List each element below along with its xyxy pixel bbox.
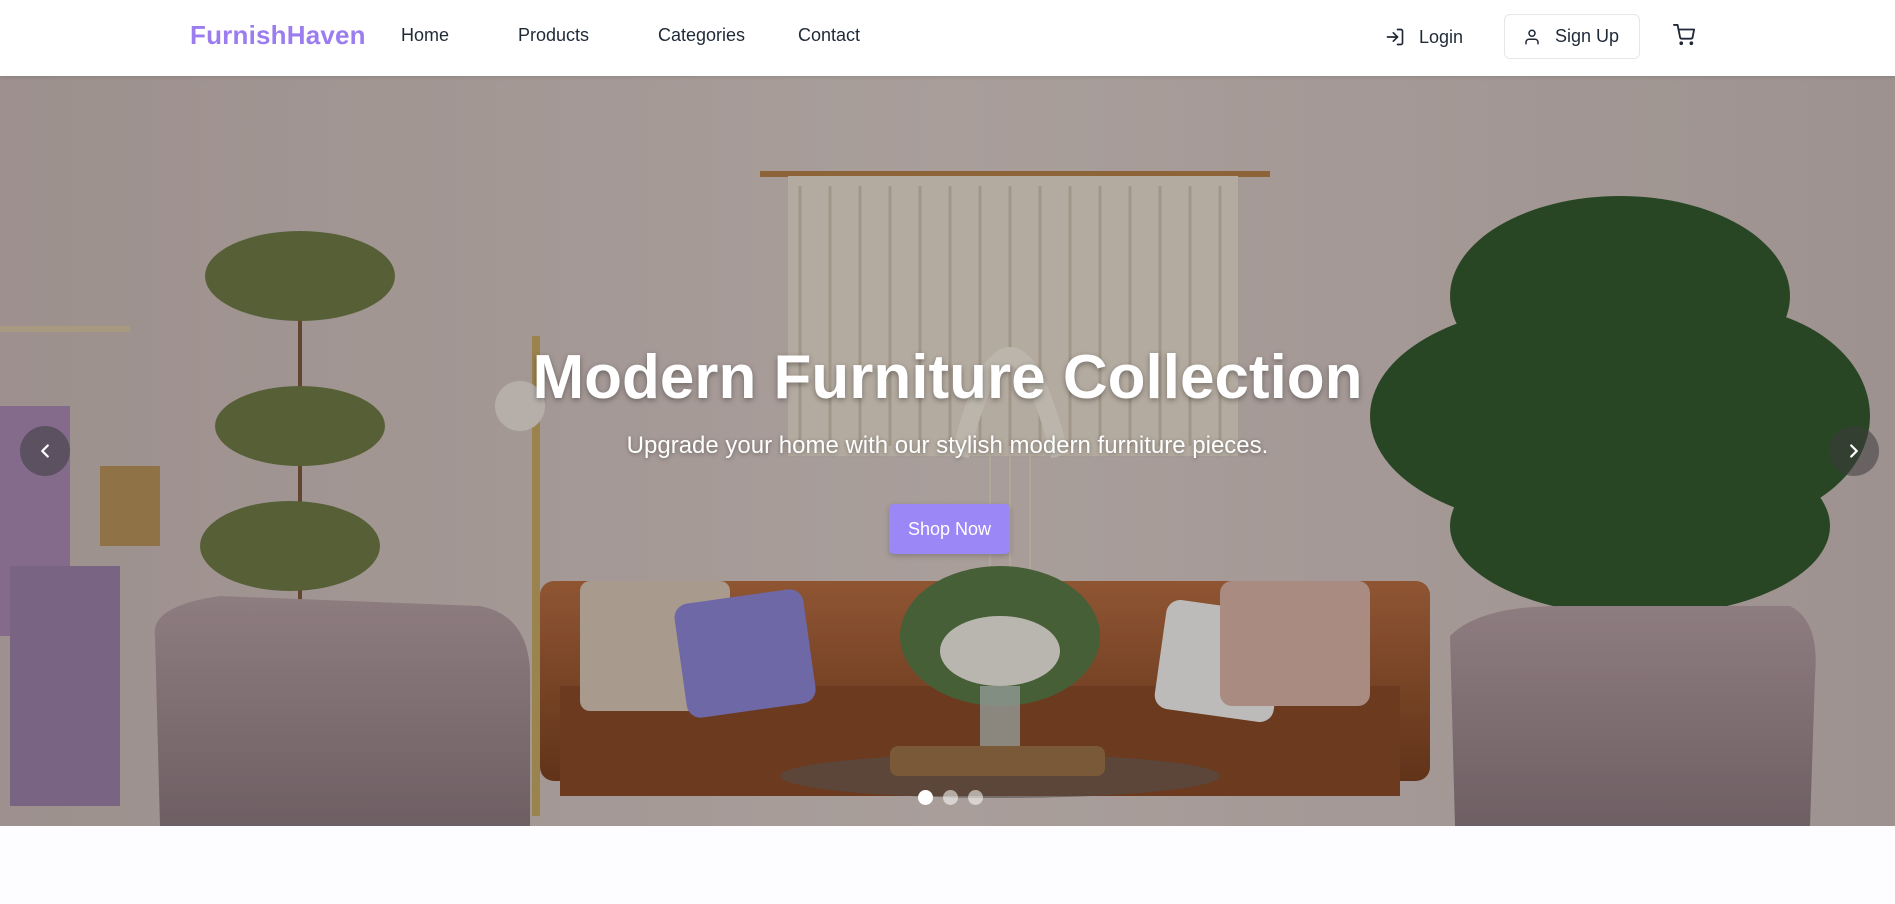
next-section [0, 826, 1895, 904]
carousel-dot-3[interactable] [968, 790, 983, 805]
login-button[interactable]: Login [1385, 20, 1463, 54]
carousel-next-button[interactable] [1829, 426, 1879, 476]
nav-home[interactable]: Home [401, 25, 518, 46]
user-icon [1525, 29, 1539, 44]
nav-categories[interactable]: Categories [658, 25, 798, 46]
carousel-indicators [918, 790, 993, 805]
nav-contact[interactable]: Contact [798, 25, 860, 46]
chevron-right-icon [1850, 444, 1858, 458]
nav-products[interactable]: Products [518, 25, 658, 46]
signup-button[interactable]: Sign Up [1504, 14, 1640, 59]
shop-now-button[interactable]: Shop Now [889, 504, 1010, 554]
hero-carousel: Modern Furniture Collection Upgrade your… [0, 76, 1895, 826]
signup-label: Sign Up [1555, 26, 1620, 46]
carousel-dot-1[interactable] [918, 790, 933, 805]
carousel-prev-button[interactable] [20, 426, 70, 476]
login-label: Login [1419, 26, 1464, 47]
shopping-cart-icon [1673, 24, 1695, 46]
hero-title: Modern Furniture Collection [532, 343, 1363, 412]
brand-logo[interactable]: FurnishHaven [190, 20, 366, 51]
cart-button[interactable] [1673, 24, 1697, 48]
hero-subtitle: Upgrade your home with our stylish moder… [626, 432, 1269, 459]
site-header: FurnishHaven Home Products Categories Co… [0, 0, 1895, 76]
chevron-left-icon [41, 444, 49, 458]
carousel-dot-2[interactable] [943, 790, 958, 805]
main-nav: Home Products Categories Contact [401, 25, 860, 46]
log-in-icon [1386, 28, 1404, 46]
